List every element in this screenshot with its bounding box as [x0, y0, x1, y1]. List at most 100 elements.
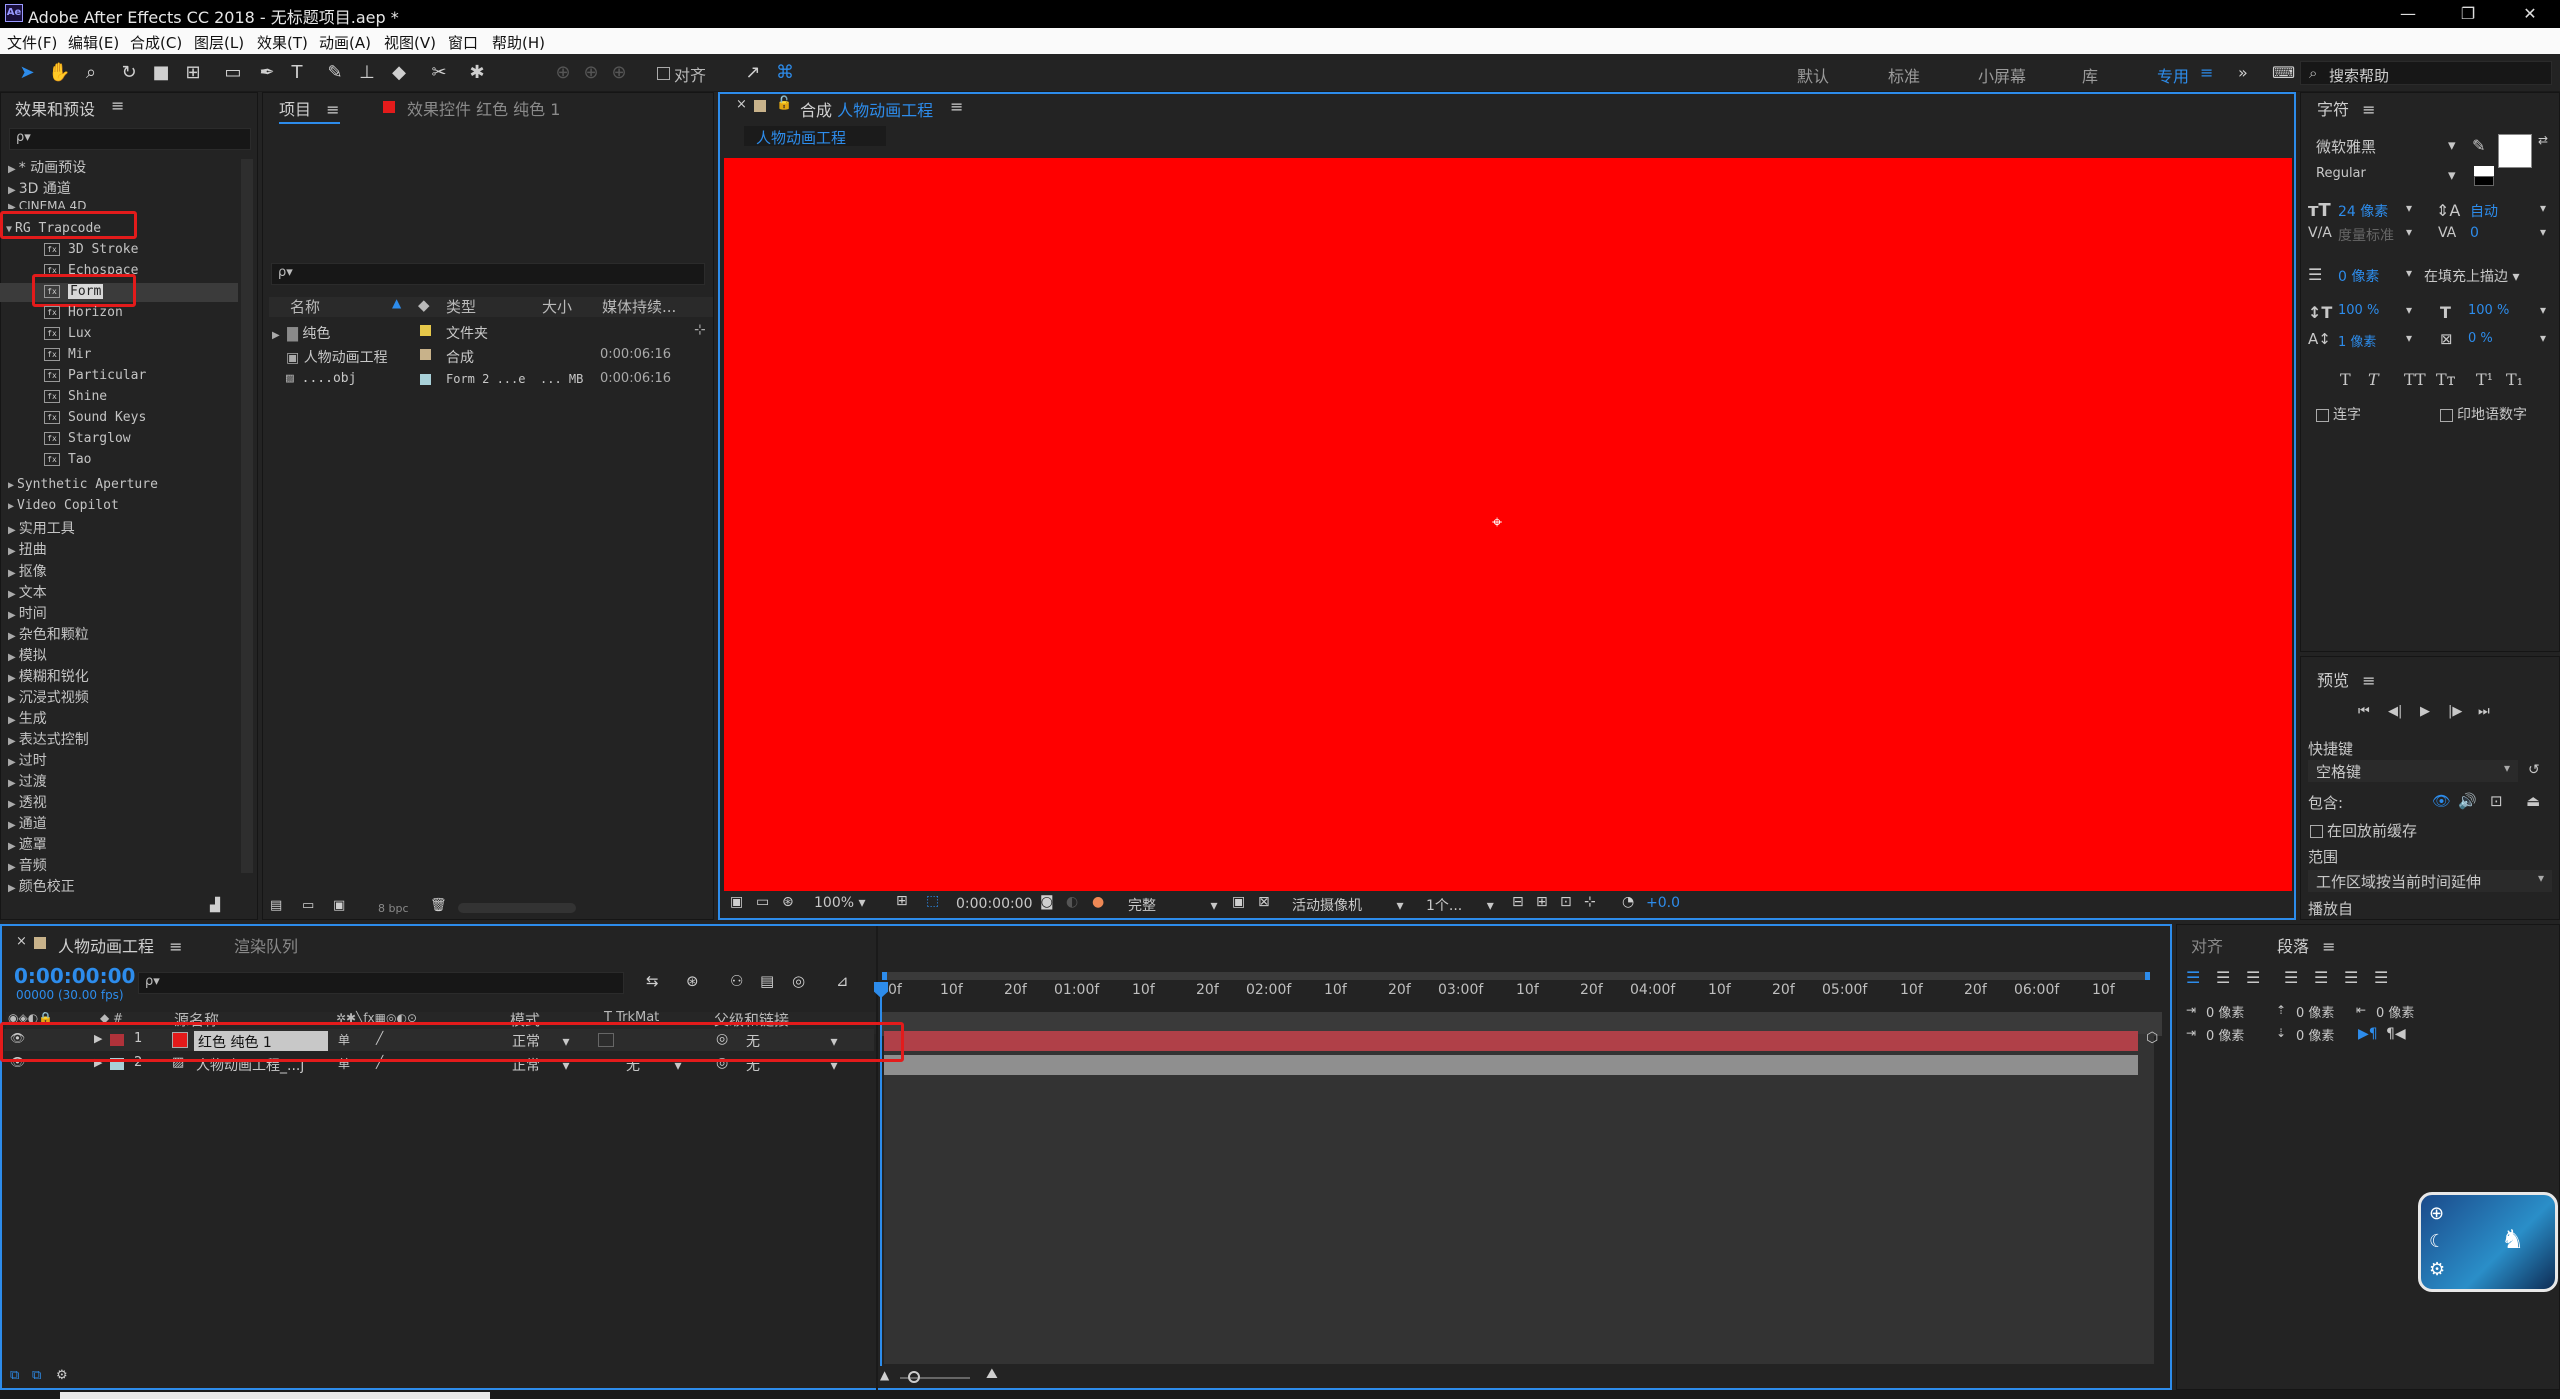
- category-channel[interactable]: ▶ 通道: [8, 813, 47, 833]
- help-search-field[interactable]: ⌕ 搜索帮助: [2300, 61, 2552, 85]
- vertical-scale-value[interactable]: 100 %: [2338, 303, 2379, 318]
- category-keying[interactable]: ▶ 抠像: [8, 561, 47, 581]
- space-after-value[interactable]: 0 像素: [2296, 1025, 2334, 1044]
- maximize-button[interactable]: ❐: [2448, 2, 2488, 26]
- tsume-arrow-icon[interactable]: ▾: [2540, 331, 2546, 345]
- next-frame-button[interactable]: |▶: [2448, 704, 2462, 719]
- horizontal-scale-arrow-icon[interactable]: ▾: [2540, 303, 2546, 317]
- always-preview-icon[interactable]: ▣: [730, 894, 743, 910]
- menu-help[interactable]: 帮助(H): [492, 32, 545, 53]
- layer-2-duration-bar[interactable]: [884, 1055, 2138, 1075]
- effect-3d-stroke[interactable]: fx 3D Stroke: [44, 242, 138, 257]
- col-name[interactable]: 名称: [290, 296, 320, 317]
- timeline-tab-render-queue[interactable]: 渲染队列: [234, 933, 298, 957]
- tsume-value[interactable]: 0 %: [2468, 331, 2493, 346]
- channel-icon[interactable]: ●: [1092, 894, 1104, 910]
- leading-arrow-icon[interactable]: ▾: [2540, 201, 2546, 215]
- col-type[interactable]: 类型: [446, 296, 476, 317]
- ligatures-checkbox[interactable]: 连字: [2316, 404, 2361, 424]
- category-animation-presets[interactable]: ▶ * 动画预设: [8, 157, 86, 177]
- font-style-arrow-icon[interactable]: ▾: [2448, 166, 2456, 184]
- rotate-tool-icon[interactable]: ↻: [118, 62, 140, 84]
- grid-icon[interactable]: ⊞: [896, 893, 908, 909]
- category-3d-channel[interactable]: ▶ 3D 通道: [8, 178, 71, 198]
- col-duration[interactable]: 媒体持续...: [602, 296, 676, 317]
- effect-tao[interactable]: fx Tao: [44, 452, 91, 467]
- fill-color-swatch[interactable]: [2498, 134, 2532, 168]
- include-video-icon[interactable]: 👁: [2432, 792, 2451, 810]
- toggle-pixel-aspect-icon[interactable]: ⊟: [1512, 894, 1524, 910]
- roi-icon[interactable]: ▣: [1232, 894, 1245, 910]
- time-navigator[interactable]: [882, 972, 2150, 980]
- stroke-type-dropdown[interactable]: 在填充上描边 ▾: [2424, 266, 2519, 286]
- timeline-icon[interactable]: ⊡: [1560, 894, 1572, 910]
- tab-project[interactable]: 项目 ≡: [279, 96, 340, 124]
- include-audio-icon[interactable]: 🔊: [2458, 792, 2477, 810]
- composition-mini-flowchart-icon[interactable]: ⇆: [646, 972, 659, 990]
- comp-tab-label[interactable]: 合成 人物动画工程: [800, 97, 933, 121]
- last-frame-button[interactable]: ⏭: [2478, 704, 2490, 719]
- font-size-value[interactable]: 24 像素: [2338, 201, 2388, 221]
- bpc-indicator[interactable]: 8 bpc: [378, 902, 409, 915]
- effect-starglow[interactable]: fx Starglow: [44, 431, 131, 446]
- eraser-tool-icon[interactable]: ◆: [388, 62, 410, 84]
- hindi-digits-checkbox[interactable]: 印地语数字: [2440, 404, 2527, 424]
- layer-switches-toggle-icon[interactable]: ⧉: [10, 1368, 19, 1383]
- workspace-standard[interactable]: 标准: [1888, 63, 1920, 87]
- rtl-direction-icon[interactable]: ¶◀: [2386, 1026, 2406, 1042]
- category-text[interactable]: ▶ 文本: [8, 582, 47, 602]
- reset-exposure-icon[interactable]: ◔: [1622, 894, 1634, 910]
- interpret-footage-icon[interactable]: ▤: [270, 898, 282, 913]
- category-audio[interactable]: ▶ 音频: [8, 855, 47, 875]
- effect-sound-keys[interactable]: fx Sound Keys: [44, 410, 146, 425]
- category-perspective[interactable]: ▶ 透视: [8, 792, 47, 812]
- indent-right-value[interactable]: 0 像素: [2376, 1002, 2414, 1021]
- justify-all-icon[interactable]: ☰: [2374, 968, 2388, 987]
- font-size-arrow-icon[interactable]: ▾: [2406, 201, 2412, 215]
- comp-tab-menu-icon[interactable]: ≡: [950, 97, 963, 116]
- menu-effect[interactable]: 效果(T): [257, 32, 308, 53]
- font-family-dropdown[interactable]: 微软雅黑: [2316, 136, 2456, 157]
- close-tab-icon[interactable]: ×: [16, 934, 27, 949]
- font-family-arrow-icon[interactable]: ▾: [2448, 136, 2456, 154]
- effect-horizon[interactable]: fx Horizon: [44, 305, 123, 320]
- monitor-icon[interactable]: ▭: [756, 894, 769, 910]
- category-time[interactable]: ▶ 时间: [8, 603, 47, 623]
- end-marker-icon[interactable]: ⬡: [2146, 1030, 2158, 1046]
- flowchart-icon[interactable]: ⊹: [694, 322, 706, 338]
- new-comp-icon[interactable]: ▣: [333, 898, 345, 913]
- justify-center-icon[interactable]: ☰: [2314, 968, 2328, 987]
- baseline-shift-value[interactable]: 1 像素: [2338, 331, 2376, 350]
- workspace-default[interactable]: 默认: [1797, 63, 1829, 87]
- stroke-width-value[interactable]: 0 像素: [2338, 266, 2379, 286]
- category-noise-grain[interactable]: ▶ 杂色和颗粒: [8, 624, 89, 644]
- clone-stamp-tool-icon[interactable]: ⊥: [356, 62, 378, 84]
- resolution-dropdown[interactable]: 完整 ▾: [1128, 895, 1217, 915]
- camera-tool-icon[interactable]: ■: [150, 62, 172, 84]
- menu-window[interactable]: 窗口: [448, 32, 478, 53]
- project-item-folder[interactable]: ▶ ▇ 纯色: [272, 323, 330, 343]
- show-snapshot-icon[interactable]: ◐: [1066, 894, 1078, 910]
- category-transition[interactable]: ▶ 过渡: [8, 771, 47, 791]
- previous-frame-button[interactable]: ◀|: [2388, 704, 2402, 719]
- project-search-input[interactable]: ρ▾: [271, 263, 705, 285]
- zoom-dropdown[interactable]: 100% ▾: [814, 895, 866, 911]
- workspace-custom[interactable]: 专用: [2157, 63, 2189, 87]
- views-dropdown[interactable]: 1个... ▾: [1426, 895, 1494, 915]
- workspace-menu-icon[interactable]: ≡: [2200, 63, 2213, 82]
- in-out-toggle-icon[interactable]: ⚙: [56, 1368, 68, 1383]
- workspace-small-screen[interactable]: 小屏幕: [1978, 63, 2026, 87]
- hand-tool-icon[interactable]: ✋: [48, 62, 70, 84]
- zoom-tool-icon[interactable]: ⌕: [80, 62, 102, 84]
- transfer-controls-toggle-icon[interactable]: ⧉: [32, 1368, 41, 1383]
- menu-animation[interactable]: 动画(A): [319, 32, 371, 53]
- vertical-scale-arrow-icon[interactable]: ▾: [2406, 303, 2412, 317]
- new-folder-icon[interactable]: ▭: [302, 898, 314, 913]
- stroke-width-arrow-icon[interactable]: ▾: [2406, 266, 2412, 280]
- category-immersive-video[interactable]: ▶ 沉浸式视频: [8, 687, 89, 707]
- timeline-current-time[interactable]: 0:00:00:00: [14, 964, 135, 988]
- timeline-tab-comp[interactable]: 人物动画工程 ≡: [58, 933, 183, 957]
- category-synthetic-aperture[interactable]: ▶ Synthetic Aperture: [8, 477, 158, 492]
- effect-particular[interactable]: fx Particular: [44, 368, 146, 383]
- align-left-icon[interactable]: ☰: [2186, 968, 2200, 987]
